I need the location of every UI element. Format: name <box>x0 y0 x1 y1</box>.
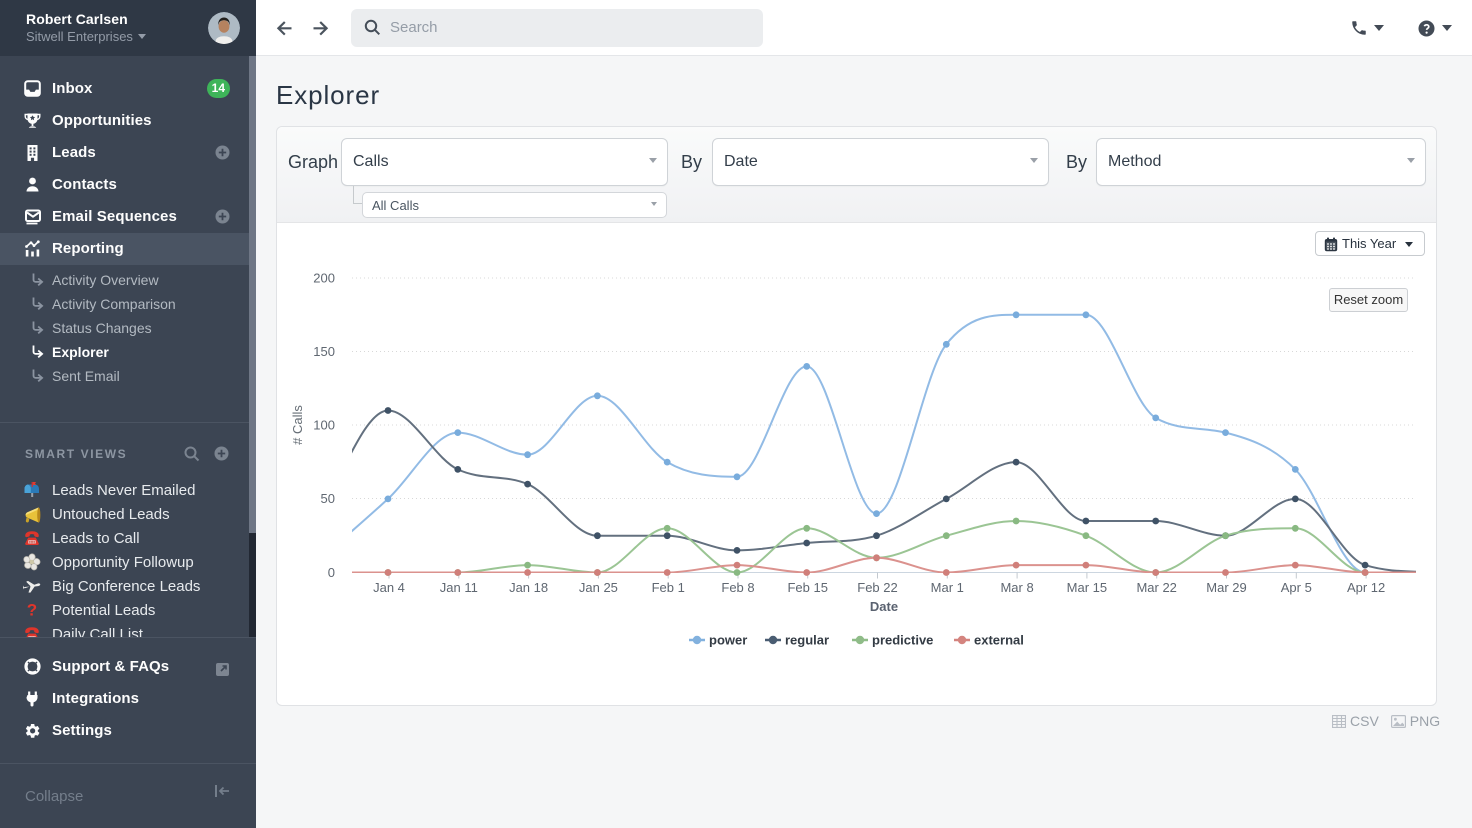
svg-text:200: 200 <box>313 271 335 286</box>
svg-text:Feb 8: Feb 8 <box>721 580 754 595</box>
svg-text:50: 50 <box>321 491 335 506</box>
svg-text:Jan 11: Jan 11 <box>440 580 478 595</box>
svg-text:Apr 5: Apr 5 <box>1281 580 1312 595</box>
svg-text:regular: regular <box>785 633 829 648</box>
svg-text:external: external <box>974 633 1024 648</box>
svg-text:predictive: predictive <box>872 633 933 648</box>
svg-text:Jan 4: Jan 4 <box>373 580 405 595</box>
svg-text:Jan 18: Jan 18 <box>509 580 548 595</box>
svg-text:Mar 1: Mar 1 <box>931 580 964 595</box>
svg-text:Feb 22: Feb 22 <box>857 580 897 595</box>
svg-text:100: 100 <box>313 418 335 433</box>
svg-text:Mar 29: Mar 29 <box>1206 580 1246 595</box>
svg-text:Mar 15: Mar 15 <box>1067 580 1107 595</box>
svg-text:Mar 22: Mar 22 <box>1136 580 1176 595</box>
svg-text:Feb 15: Feb 15 <box>787 580 827 595</box>
svg-text:# Calls: # Calls <box>290 405 305 445</box>
svg-text:Jan 25: Jan 25 <box>579 580 618 595</box>
svg-text:150: 150 <box>313 344 335 359</box>
svg-text:0: 0 <box>328 565 335 580</box>
svg-text:Date: Date <box>870 599 898 614</box>
svg-text:Apr 12: Apr 12 <box>1347 580 1385 595</box>
svg-text:power: power <box>709 633 747 648</box>
svg-text:Feb 1: Feb 1 <box>652 580 685 595</box>
svg-text:Mar 8: Mar 8 <box>1000 580 1033 595</box>
svg-text:?: ? <box>27 601 37 619</box>
